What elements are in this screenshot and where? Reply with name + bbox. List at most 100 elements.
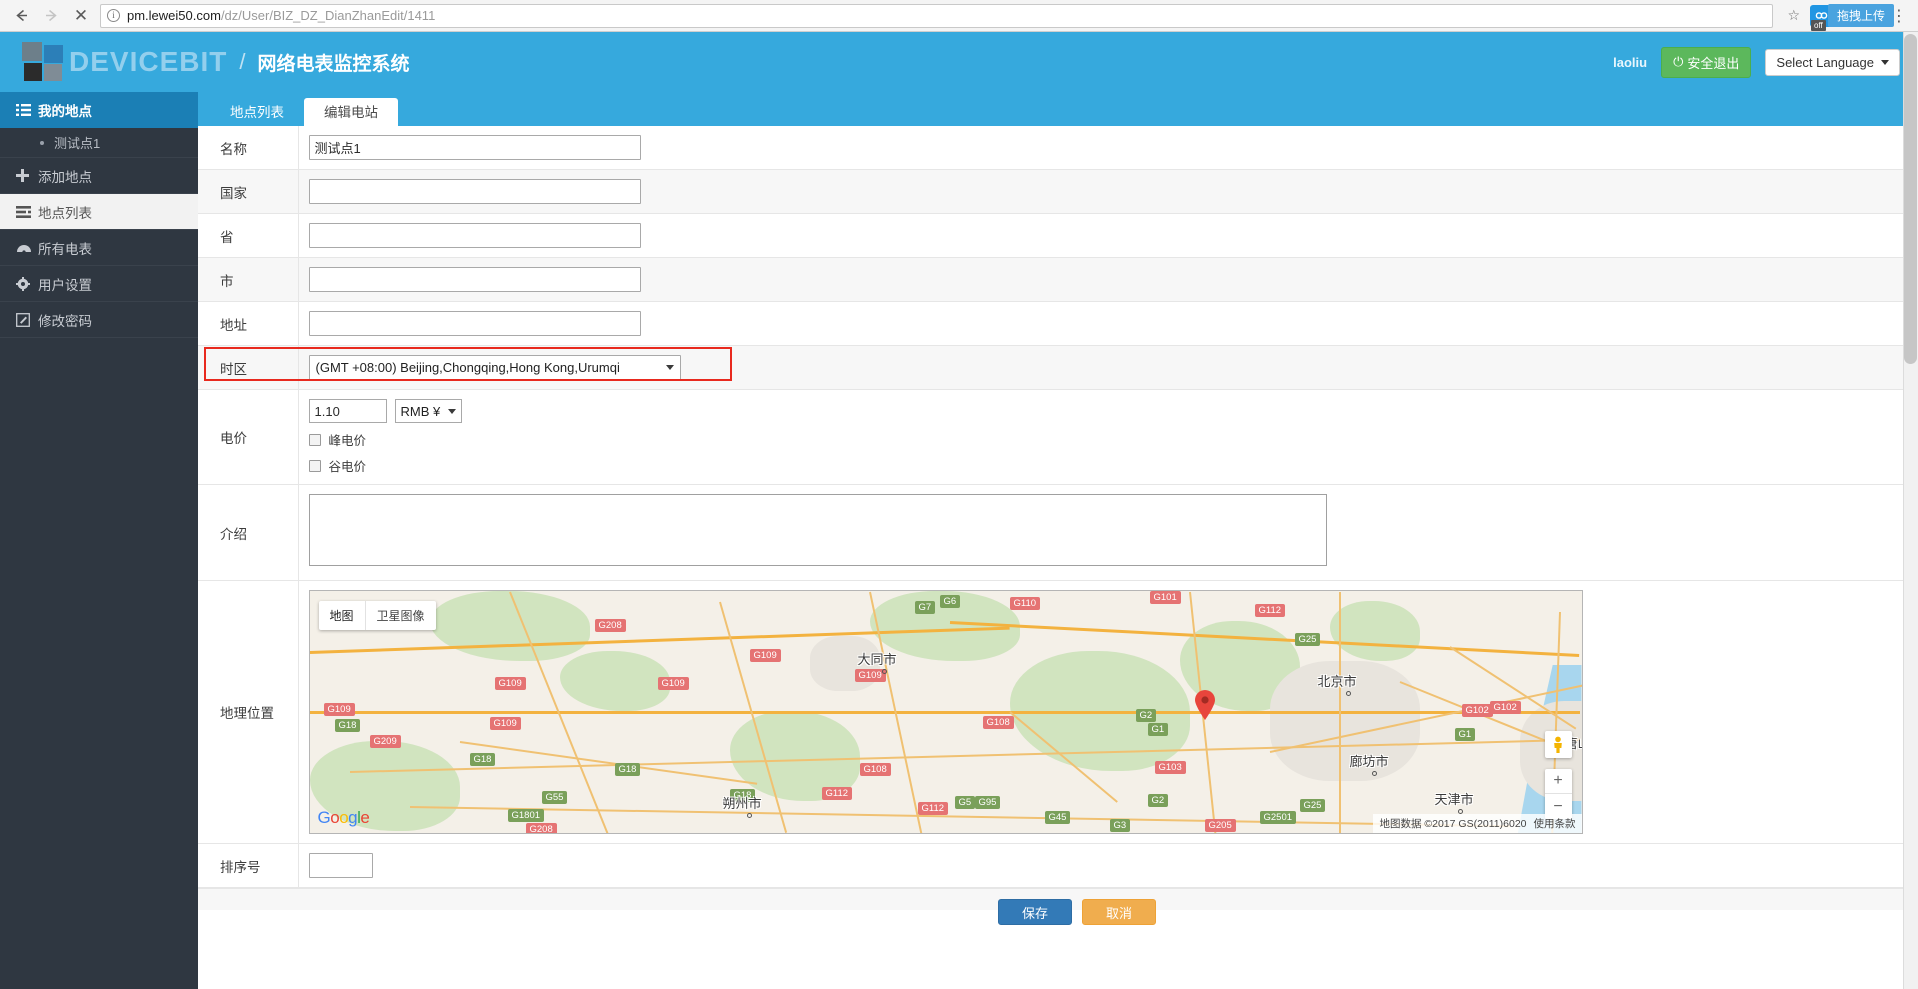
google-logo: Google [317,808,370,827]
road-shield: G1801 [507,809,545,822]
road-shield: G103 [1154,761,1186,774]
province-input[interactable] [308,223,641,248]
stop-button[interactable]: ✕ [66,2,96,30]
forward-button[interactable] [36,2,66,30]
road-shield: G5 [954,796,976,809]
page-title: 网络电表监控系统 [257,53,410,75]
currency-select[interactable]: RMB ¥ [394,399,463,423]
valley-price-label: 谷电价 [328,460,367,474]
chevron-down-icon [448,408,457,414]
road-shield: G112 [1254,604,1286,617]
road-shield: G109 [323,703,355,716]
page-scrollbar-thumb[interactable] [1904,34,1917,364]
url-host: pm.lewei50.com [127,8,221,23]
road-shield: G45 [1044,811,1071,824]
sidebar-item-change-password[interactable]: 修改密码 [0,302,198,338]
intro-textarea[interactable] [308,494,1327,566]
road-shield: G109 [749,649,781,662]
form-row-city: 市 [198,257,1918,302]
form-row-price: 电价 RMB ¥ 峰电价 [198,389,1918,485]
road-shield: G55 [541,791,568,804]
save-button[interactable]: 保存 [998,899,1072,925]
map-type-roadmap[interactable]: 地图 [319,601,365,630]
timezone-select[interactable]: (GMT +08:00) Beijing,Chongqing,Hong Kong… [308,355,681,380]
road-shield: G110 [1009,597,1041,610]
url-text: pm.lewei50.com/dz/User/BIZ_DZ_DianZhanEd… [127,8,435,23]
form-label: 国家 [198,169,299,214]
sidebar-item-add-site[interactable]: 添加地点 [0,158,198,194]
valley-price-checkbox[interactable] [308,459,321,472]
map-zoom-control: + − [1544,769,1572,819]
road-shield: G108 [982,716,1014,729]
map-terms-link[interactable]: 使用条款 [1534,816,1576,831]
peak-price-checkbox-row[interactable]: 峰电价 [308,430,1918,449]
address-input[interactable] [308,311,641,336]
location-map[interactable]: G208 G7 G6 G110 G101 G112 G109 G109 G109… [308,590,1583,834]
brand-logo[interactable]: DEVICEBIT / 网络电表监控系统 [22,42,410,82]
extension-off-badge: off [1811,19,1826,31]
valley-price-checkbox-row[interactable]: 谷电价 [308,456,1918,475]
sort-order-input[interactable] [308,853,373,878]
cancel-button[interactable]: 取消 [1082,899,1156,925]
form-label: 时区 [198,345,299,390]
price-input[interactable] [308,399,387,423]
country-input[interactable] [308,179,641,204]
form-label: 名称 [198,126,299,170]
tab-edit-station[interactable]: 编辑电站 [304,97,398,126]
name-input[interactable] [308,135,641,160]
currency-value: RMB ¥ [400,403,441,419]
map-canvas[interactable] [309,591,1582,833]
tab-bar: 地点列表 编辑电站 [198,92,1918,126]
map-location-marker[interactable] [1194,689,1216,721]
map-type-satellite[interactable]: 卫星图像 [364,601,436,630]
back-arrow-icon [15,9,27,22]
sidebar-item-label: 修改密码 [38,313,92,329]
sidebar-item-all-meters[interactable]: 所有电表 [0,230,198,266]
form-label: 排序号 [198,843,299,888]
gauge-icon [16,241,38,254]
form-row-address: 地址 [198,301,1918,346]
street-view-pegman-button[interactable] [1544,731,1572,758]
user-name: laoliu [1613,54,1648,70]
page-info-icon[interactable]: i [107,9,120,22]
back-button[interactable] [6,2,36,30]
sidebar-item-my-sites[interactable]: 我的地点 [0,92,198,128]
language-selector[interactable]: Select Language [1765,48,1900,76]
road-shield: G2501 [1259,811,1297,824]
sidebar-item-label: 我的地点 [38,104,92,119]
form-row-timezone: 时区 (GMT +08:00) Beijing,Chongqing,Hong K… [198,345,1918,390]
map-city-label: 北京市 [1317,674,1357,689]
zoom-in-button[interactable]: + [1544,769,1572,794]
browser-toolbar: ✕ i pm.lewei50.com/dz/User/BIZ_DZ_DianZh… [0,0,1918,32]
sidebar-subitem-site[interactable]: 测试点1 [0,128,198,158]
list-alt-icon [16,205,38,218]
road-shield: G3 [1109,819,1131,832]
sidebar-item-site-list[interactable]: 地点列表 [0,194,198,230]
extension-group: off 拖拽上传 ⋮ [1808,3,1912,31]
tab-label: 编辑电站 [324,104,378,120]
bookmark-star-icon[interactable]: ☆ [1779,7,1808,24]
form-row-intro: 介绍 [198,484,1918,581]
sidebar-item-label: 添加地点 [38,169,92,185]
map-city-dot [1371,771,1377,776]
address-bar[interactable]: i pm.lewei50.com/dz/User/BIZ_DZ_DianZhan… [100,3,1774,28]
map-city-label: 天津市 [1434,792,1474,807]
logout-button[interactable]: ⏻ 安全退出 [1661,46,1752,78]
timezone-value: (GMT +08:00) Beijing,Chongqing,Hong Kong… [315,360,620,375]
peak-price-checkbox[interactable] [308,433,321,446]
edit-icon [16,312,38,327]
form-row-name: 名称 [198,126,1918,170]
list-icon [16,104,38,116]
road-shield: G18 [614,763,641,776]
baidu-netdisk-extension[interactable]: off 拖拽上传 [1808,3,1895,31]
sidebar-item-label: 地点列表 [38,205,92,221]
sidebar-item-user-settings[interactable]: 用户设置 [0,266,198,302]
map-data-credit: 地图数据 ©2017 GS(2011)6020 [1379,818,1527,830]
road-shield: G2 [1147,794,1169,807]
road-shield: G2 [1135,709,1157,722]
tab-site-list[interactable]: 地点列表 [210,98,304,127]
road-shield: G102 [1489,701,1521,714]
main-content: 地点列表 编辑电站 名称 国家 [198,92,1918,989]
form-action-buttons: 保存 取消 [998,899,1156,925]
city-input[interactable] [308,267,641,292]
